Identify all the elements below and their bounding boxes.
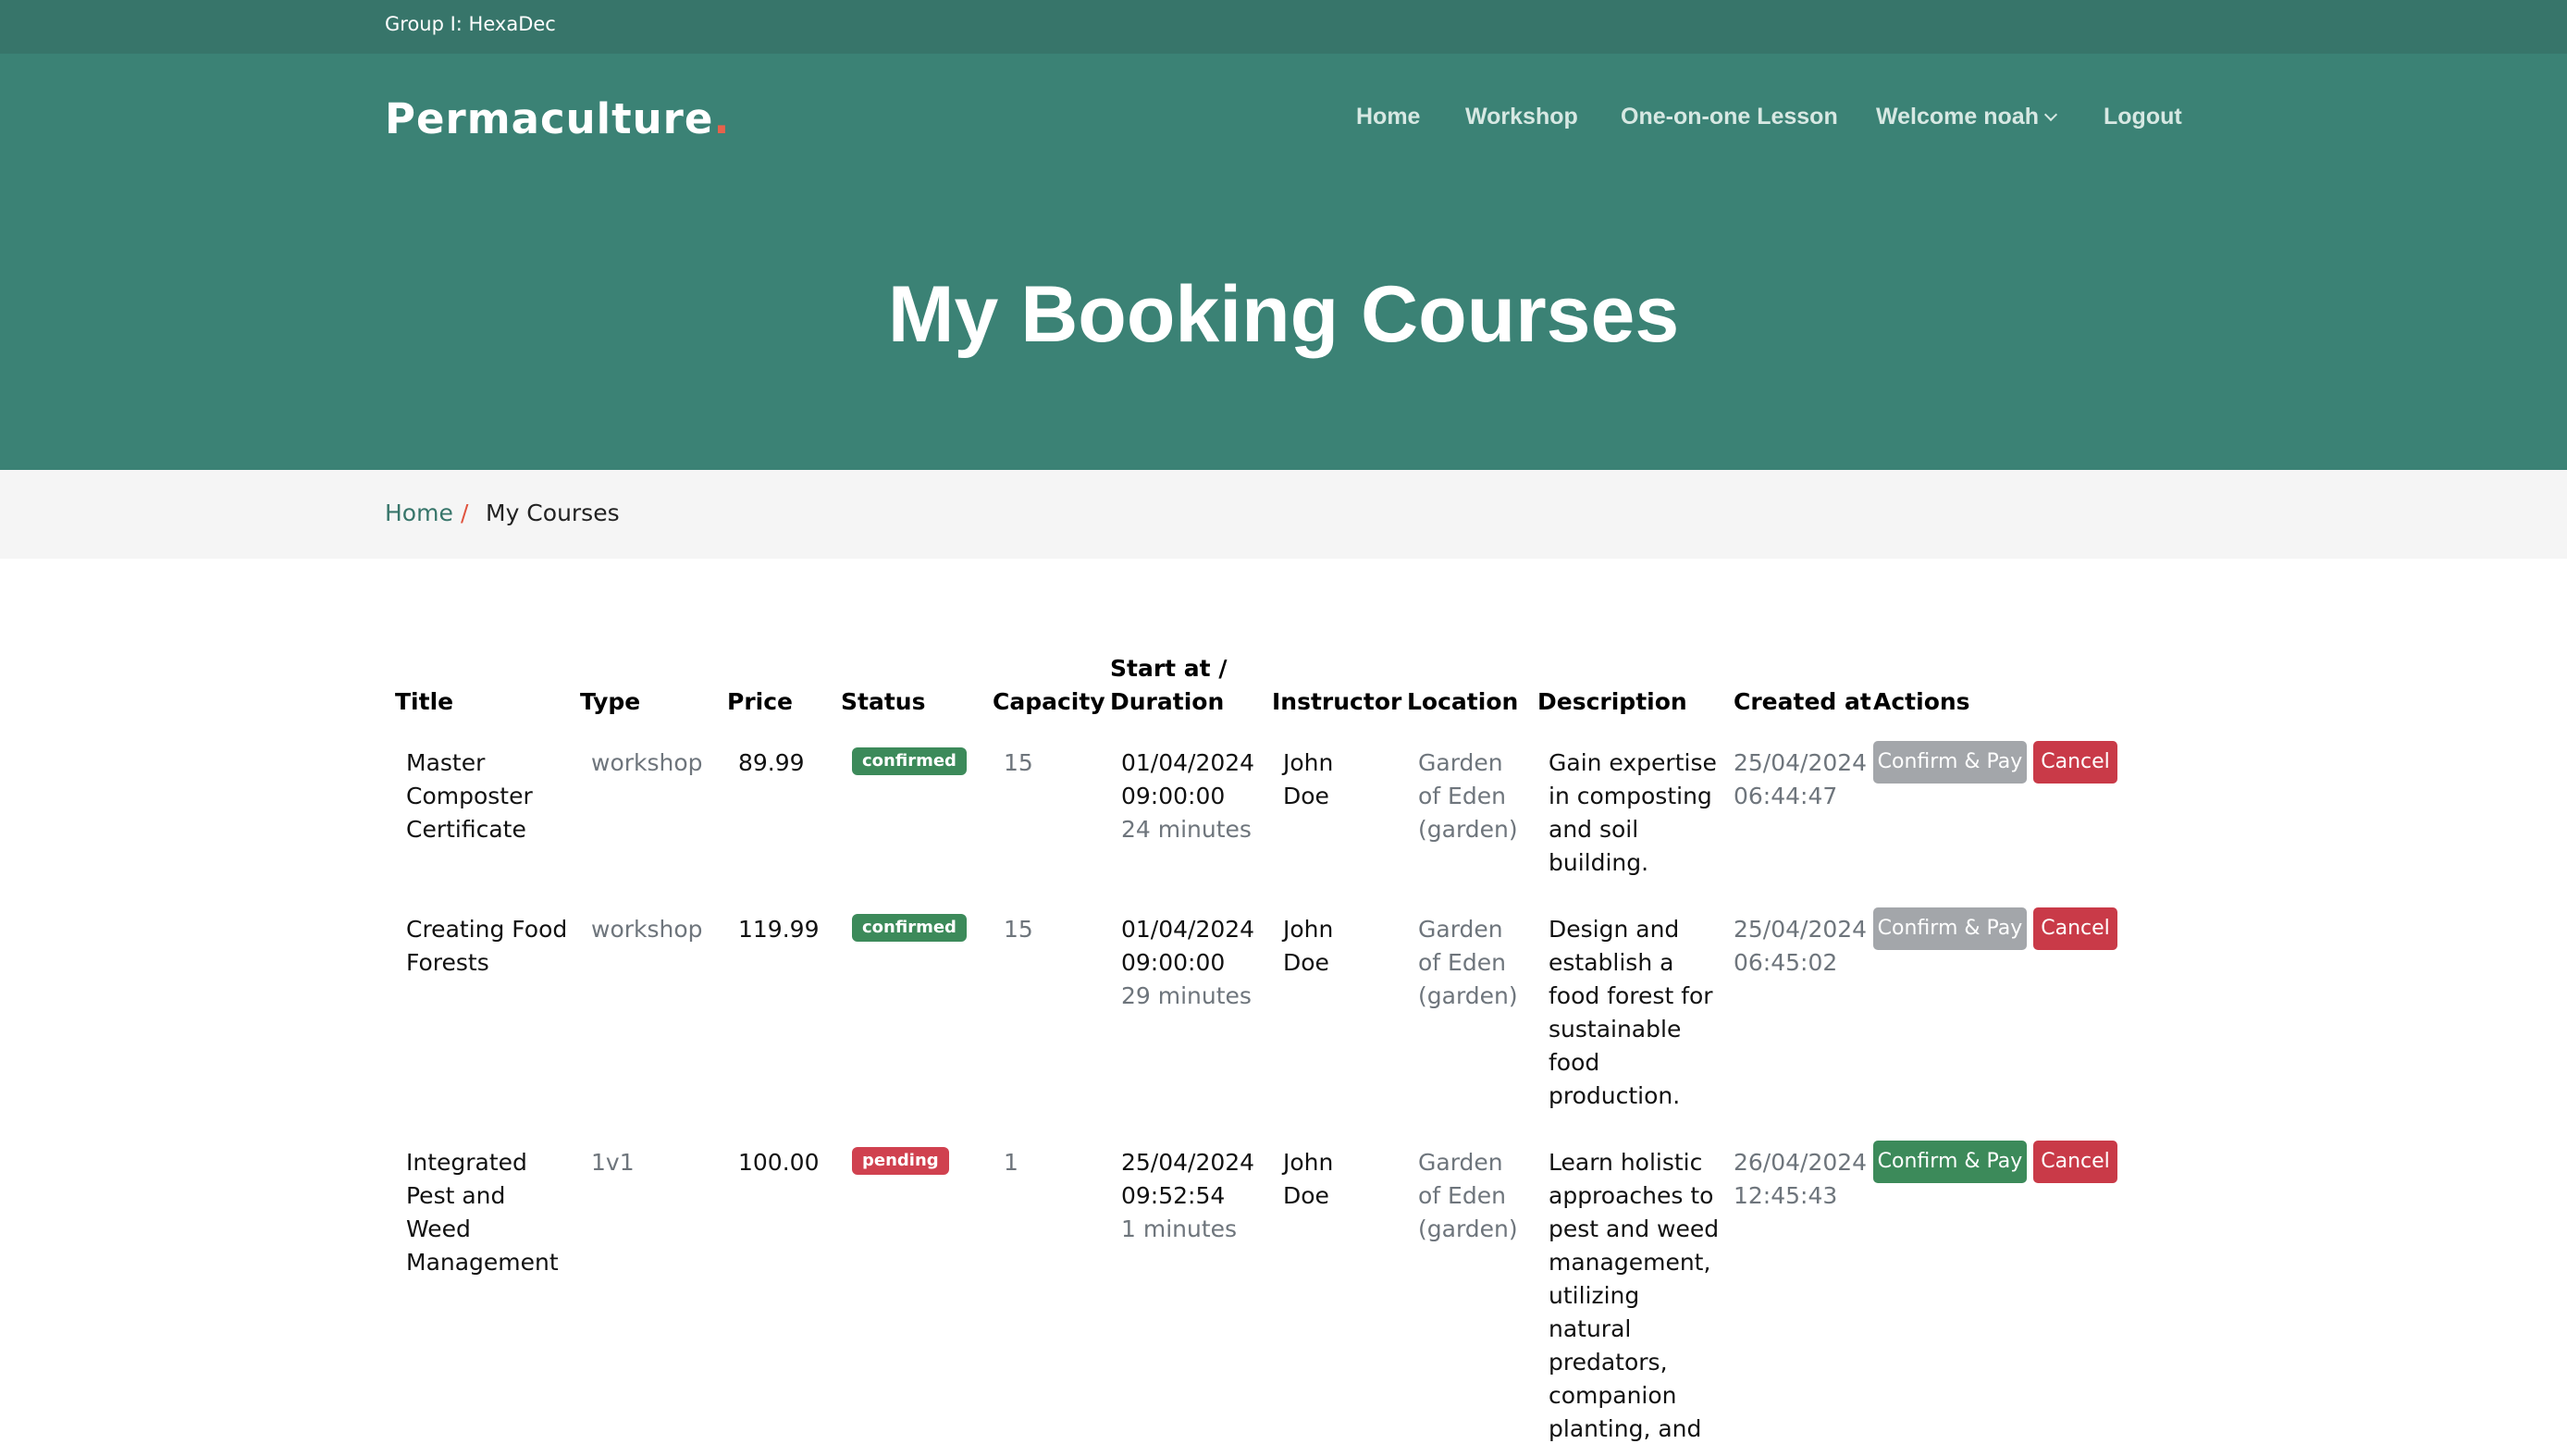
header-type: Type xyxy=(580,688,641,715)
status-badge: confirmed xyxy=(852,747,967,775)
location: Garden of Eden (garden) xyxy=(1418,916,1518,1009)
course-capacity: 15 xyxy=(1004,749,1033,776)
header-duration: Duration xyxy=(1110,688,1225,715)
top-bar: Group I: HexaDec xyxy=(0,0,2567,54)
instructor: John Doe xyxy=(1283,1149,1334,1209)
course-price: 100.00 xyxy=(738,1149,820,1176)
location: Garden of Eden (garden) xyxy=(1418,1149,1518,1242)
course-title: Integrated Pest and Weed Management xyxy=(406,1149,559,1276)
description: Gain expertise in composting and soil bu… xyxy=(1549,749,1717,876)
status-badge: confirmed xyxy=(852,914,967,942)
created-time: 12:45:43 xyxy=(1734,1182,1838,1209)
nav-home[interactable]: Home xyxy=(1356,104,1420,130)
start-date: 25/04/2024 xyxy=(1121,1149,1255,1176)
course-price: 89.99 xyxy=(738,749,805,776)
course-type: workshop xyxy=(591,916,703,943)
brand-logo[interactable]: Permaculture. xyxy=(385,94,730,143)
created-date: 25/04/2024 xyxy=(1734,749,1868,776)
group-label: Group I: HexaDec xyxy=(385,13,556,35)
description: Learn holistic approaches to pest and we… xyxy=(1549,1149,1720,1442)
breadcrumb: Home / My Courses xyxy=(0,470,2567,559)
welcome-label: Welcome noah xyxy=(1876,104,2039,130)
header-start-at: Start at / xyxy=(1110,655,1228,682)
course-capacity: 1 xyxy=(1004,1149,1018,1176)
nav-user-menu[interactable]: Welcome noah xyxy=(1876,104,2058,130)
breadcrumb-separator: / xyxy=(461,500,469,526)
page-title: My Booking Courses xyxy=(887,270,1680,359)
instructor: John Doe xyxy=(1283,916,1334,976)
course-capacity: 15 xyxy=(1004,916,1033,943)
created-time: 06:44:47 xyxy=(1734,783,1838,809)
chevron-down-icon xyxy=(2043,107,2058,122)
nav-workshop[interactable]: Workshop xyxy=(1465,104,1578,130)
header-actions: Actions xyxy=(1873,688,1970,715)
brand-dot: . xyxy=(713,94,731,143)
instructor: John Doe xyxy=(1283,749,1334,809)
start-time: 09:00:00 xyxy=(1121,783,1226,809)
duration: 29 minutes xyxy=(1121,982,1252,1009)
created-time: 06:45:02 xyxy=(1734,949,1838,976)
course-title: Master Composter Certificate xyxy=(406,749,533,843)
header-instructor: Instructor xyxy=(1272,688,1402,715)
confirm-pay-button[interactable]: Confirm & Pay xyxy=(1873,741,2027,784)
breadcrumb-home-link[interactable]: Home xyxy=(385,500,453,526)
course-type: workshop xyxy=(591,749,703,776)
header-status: Status xyxy=(841,688,926,715)
brand-name: Permaculture xyxy=(385,94,714,143)
header-title: Title xyxy=(395,688,454,715)
cancel-button[interactable]: Cancel xyxy=(2033,907,2117,950)
course-title: Creating Food Forests xyxy=(406,916,568,976)
confirm-pay-button[interactable]: Confirm & Pay xyxy=(1873,907,2027,950)
description: Design and establish a food forest for s… xyxy=(1549,916,1713,1109)
course-type: 1v1 xyxy=(591,1149,635,1176)
location: Garden of Eden (garden) xyxy=(1418,749,1518,843)
header-description: Description xyxy=(1537,688,1687,715)
header-price: Price xyxy=(727,688,793,715)
created-date: 26/04/2024 xyxy=(1734,1149,1868,1176)
duration: 1 minutes xyxy=(1121,1215,1238,1242)
header-location: Location xyxy=(1407,688,1519,715)
course-price: 119.99 xyxy=(738,916,820,943)
cancel-button[interactable]: Cancel xyxy=(2033,741,2117,784)
nav-logout[interactable]: Logout xyxy=(2104,104,2182,130)
start-date: 01/04/2024 xyxy=(1121,916,1255,943)
cancel-button[interactable]: Cancel xyxy=(2033,1141,2117,1183)
header-capacity: Capacity xyxy=(993,688,1105,715)
start-time: 09:00:00 xyxy=(1121,949,1226,976)
breadcrumb-current: My Courses xyxy=(486,500,620,526)
start-time: 09:52:54 xyxy=(1121,1182,1226,1209)
status-badge: pending xyxy=(852,1147,949,1175)
duration: 24 minutes xyxy=(1121,816,1252,843)
start-date: 01/04/2024 xyxy=(1121,749,1255,776)
created-date: 25/04/2024 xyxy=(1734,916,1868,943)
page-header: Permaculture. Home Workshop One-on-one L… xyxy=(0,54,2567,470)
confirm-pay-button[interactable]: Confirm & Pay xyxy=(1873,1141,2027,1183)
header-created-at: Created at xyxy=(1734,688,1871,715)
nav-one-on-one-lesson[interactable]: One-on-one Lesson xyxy=(1621,104,1838,130)
